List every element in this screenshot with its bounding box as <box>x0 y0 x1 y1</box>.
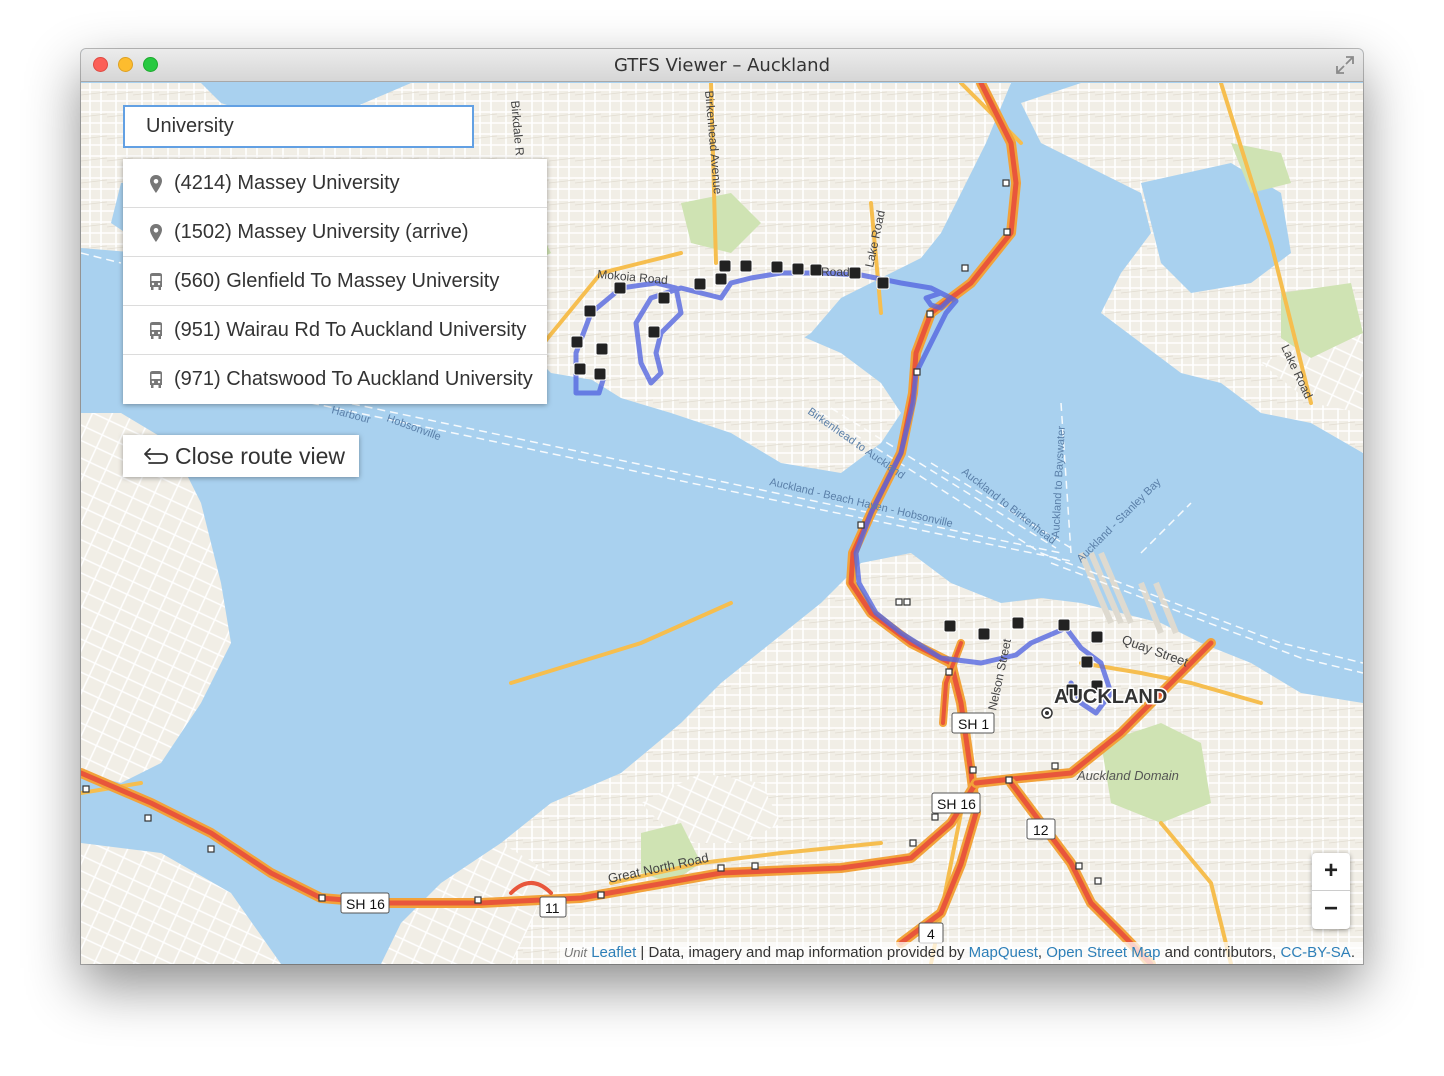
map-pin-icon <box>150 175 162 193</box>
zoom-out-button[interactable]: − <box>1312 891 1350 928</box>
shield-sh16-center: SH 16 <box>937 796 976 812</box>
bus-icon <box>150 273 162 290</box>
map-label-auckland: AUCKLAND <box>1054 686 1167 708</box>
search-input[interactable]: University <box>123 105 474 148</box>
attribution-text: | Data, imagery and map information prov… <box>636 944 969 961</box>
map-pin-icon <box>150 224 162 242</box>
search-results-dropdown: (4214) Massey University (1502) Massey U… <box>123 159 547 404</box>
zoom-in-button[interactable]: + <box>1312 853 1350 891</box>
attribution-faded-text: Unit <box>563 945 588 960</box>
map-label-road: Road <box>821 265 850 279</box>
result-item-stop-4214[interactable]: (4214) Massey University <box>123 159 547 208</box>
map-attribution: Unit Leaflet | Data, imagery and map inf… <box>559 942 1363 964</box>
result-label: (560) Glenfield To Massey University <box>174 270 500 292</box>
shield-4: 4 <box>927 926 935 942</box>
attribution-comma: , <box>1037 944 1047 961</box>
close-route-view-label: Close route view <box>175 443 346 469</box>
map-label-auckland-domain: Auckland Domain <box>1076 768 1179 783</box>
close-route-view-button[interactable]: Close route view <box>123 435 359 477</box>
openstreetmap-link[interactable]: Open Street Map <box>1046 944 1160 961</box>
license-link[interactable]: CC-BY-SA <box>1281 944 1351 961</box>
attribution-contributors: and contributors, <box>1160 944 1281 961</box>
result-item-stop-1502[interactable]: (1502) Massey University (arrive) <box>123 208 547 257</box>
result-item-route-971[interactable]: (971) Chatswood To Auckland University <box>123 355 547 404</box>
result-label: (1502) Massey University (arrive) <box>174 221 469 243</box>
mapquest-link[interactable]: MapQuest <box>969 944 1038 961</box>
leaflet-link[interactable]: Leaflet <box>591 944 636 961</box>
shield-11: 11 <box>545 900 560 916</box>
app-window: GTFS Viewer – Auckland AUCKLAND Auckland… <box>81 49 1363 964</box>
attribution-end: . <box>1350 944 1355 961</box>
bus-icon <box>150 371 162 388</box>
result-label: (971) Chatswood To Auckland University <box>174 368 533 390</box>
return-arrow-icon <box>144 448 168 464</box>
map-view[interactable]: AUCKLAND Auckland Domain Quay Street Nel… <box>81 83 1363 964</box>
shield-12: 12 <box>1033 822 1049 838</box>
result-item-route-560[interactable]: (560) Glenfield To Massey University <box>123 257 547 306</box>
window-title: GTFS Viewer – Auckland <box>613 55 831 76</box>
title-bar: GTFS Viewer – Auckland <box>81 49 1363 82</box>
result-label: (951) Wairau Rd To Auckland University <box>174 319 527 341</box>
shield-sh1: SH 1 <box>958 716 989 732</box>
bus-icon <box>150 322 162 339</box>
fullscreen-icon[interactable] <box>1335 55 1355 75</box>
zoom-control: + − <box>1312 853 1350 929</box>
result-label: (4214) Massey University <box>174 172 400 194</box>
shield-sh16-west: SH 16 <box>346 896 385 912</box>
result-item-route-951[interactable]: (951) Wairau Rd To Auckland University <box>123 306 547 355</box>
